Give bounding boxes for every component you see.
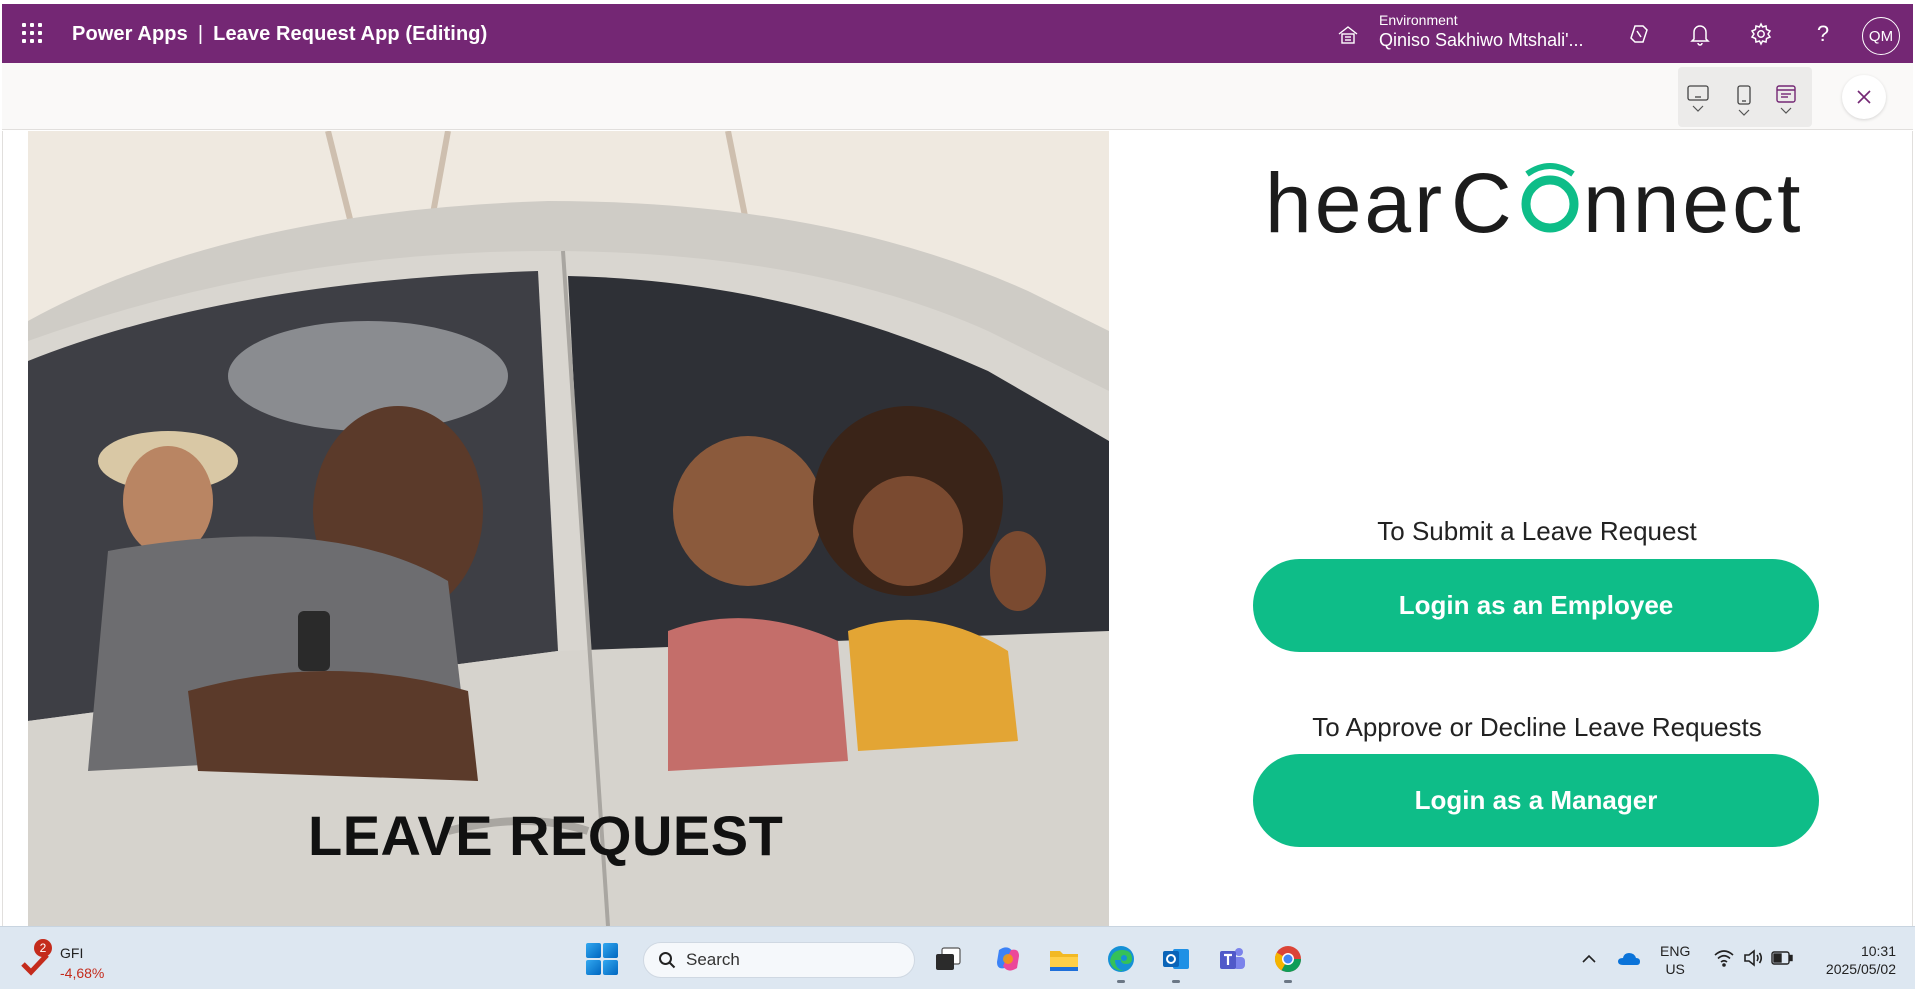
task-view-icon[interactable] — [930, 941, 966, 977]
web-layout-button[interactable] — [1766, 67, 1806, 127]
copilot-app-icon[interactable] — [990, 941, 1026, 977]
clock[interactable]: 10:31 2025/05/02 — [1814, 942, 1896, 978]
help-icon[interactable]: ? — [1810, 21, 1836, 47]
close-preview-button[interactable] — [1842, 75, 1886, 119]
battery-icon[interactable] — [1771, 951, 1793, 965]
waffle-icon[interactable] — [20, 21, 44, 45]
language-line1: ENG — [1660, 943, 1691, 959]
chrome-icon[interactable] — [1270, 941, 1306, 983]
chevron-down-icon — [1738, 109, 1750, 116]
stock-name: GFI — [60, 945, 84, 961]
volume-icon[interactable] — [1743, 949, 1763, 967]
tablet-layout-icon — [1687, 85, 1709, 101]
hero-title: LEAVE REQUEST — [308, 804, 784, 867]
onedrive-icon[interactable] — [1617, 951, 1641, 967]
app-name: Leave Request App (Editing) — [213, 23, 488, 45]
start-button[interactable] — [586, 943, 618, 975]
manager-prompt: To Approve or Decline Leave Requests — [1312, 712, 1762, 742]
chevron-down-icon — [1692, 105, 1704, 112]
app-title: Power Apps | Leave Request App (Editing) — [72, 23, 487, 46]
chevron-up-icon[interactable] — [1582, 954, 1596, 964]
title-separator: | — [197, 23, 204, 45]
stock-change: -4,68% — [60, 965, 105, 981]
login-employee-button[interactable]: Login as an Employee — [1253, 559, 1819, 652]
language-indicator[interactable]: ENG US — [1660, 942, 1690, 978]
clock-date: 2025/05/02 — [1825, 961, 1896, 977]
outlook-icon[interactable] — [1158, 941, 1194, 983]
environment-value: Qiniso Sakhiwo Mtshali'... — [1379, 30, 1584, 50]
running-indicator — [1117, 980, 1125, 983]
chevron-down-icon — [1780, 107, 1792, 114]
close-icon — [1857, 90, 1871, 104]
power-apps-header: Power Apps | Leave Request App (Editing) E… — [2, 4, 1913, 63]
hero-image: LEAVE REQUEST — [28, 131, 1109, 926]
device-layout-group — [1678, 67, 1812, 127]
phone-layout-icon — [1737, 85, 1751, 105]
file-explorer-icon[interactable] — [1046, 941, 1082, 977]
running-indicator — [1172, 980, 1180, 983]
search-placeholder: Search — [686, 950, 740, 969]
search-icon — [659, 952, 676, 969]
language-line2: US — [1665, 961, 1685, 977]
svg-text:C: C — [1451, 156, 1512, 236]
environment-label: Environment — [1379, 12, 1458, 28]
bell-icon[interactable] — [1687, 21, 1713, 47]
taskbar-search[interactable]: Search — [643, 942, 915, 978]
app-canvas: LEAVE REQUEST hear C nnect To Submit a L… — [2, 131, 1913, 926]
windows-taskbar: 2 GFI -4,68% Search ENG US 10:31 2025/05… — [0, 926, 1915, 989]
environment-selector[interactable]: Environment Qiniso Sakhiwo Mtshali'... — [1379, 12, 1584, 52]
avatar[interactable]: QM — [1862, 17, 1900, 55]
login-manager-button[interactable]: Login as a Manager — [1253, 754, 1819, 847]
tablet-layout-button[interactable] — [1678, 67, 1718, 127]
employee-prompt: To Submit a Leave Request — [1377, 516, 1697, 546]
web-layout-icon — [1776, 85, 1796, 103]
teams-icon[interactable] — [1214, 941, 1250, 977]
wifi-icon[interactable] — [1714, 949, 1734, 967]
stock-badge: 2 — [34, 939, 52, 957]
phone-layout-button[interactable] — [1724, 67, 1764, 127]
product-name: Power Apps — [72, 23, 188, 45]
preview-toolbar — [2, 63, 1913, 130]
svg-text:hear: hear — [1265, 156, 1445, 236]
running-indicator — [1284, 980, 1292, 983]
stock-widget[interactable]: 2 GFI -4,68% — [20, 939, 110, 983]
gear-icon[interactable] — [1748, 21, 1774, 47]
hearconnect-logo: hear C nnect — [1265, 156, 1804, 236]
svg-text:nnect: nnect — [1583, 156, 1804, 236]
clock-time: 10:31 — [1860, 943, 1896, 959]
environment-icon[interactable] — [1336, 23, 1360, 47]
copilot-icon[interactable] — [1626, 21, 1652, 47]
edge-icon[interactable] — [1103, 941, 1139, 983]
